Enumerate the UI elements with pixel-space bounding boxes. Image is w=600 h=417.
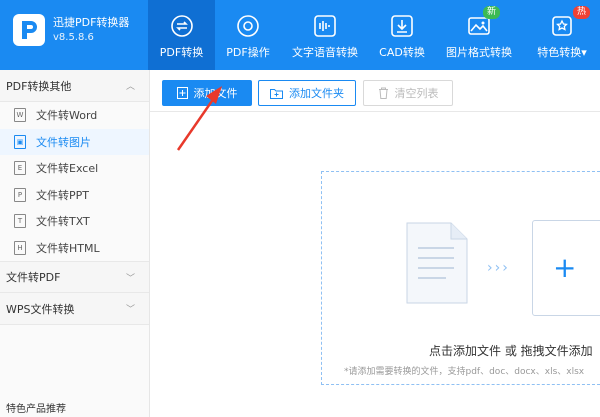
drop-zone-title: 点击添加文件 或 拖拽文件添加	[429, 344, 593, 358]
document-illustration-icon	[406, 222, 468, 304]
tab-label: CAD转换	[379, 46, 425, 59]
chevron-down-icon: ▾	[581, 46, 587, 59]
button-label: 添加文件夹	[289, 87, 344, 100]
app-logo: 迅捷PDF转换器 v8.5.8.6	[13, 14, 129, 46]
tab-cad-convert[interactable]: CAD转换	[369, 0, 435, 70]
group-title: 文件转PDF	[6, 271, 61, 284]
drop-zone-hint: *请添加需要转换的文件，支持pdf、doc、docx、xls、xlsx	[344, 367, 585, 377]
toolbar: 添加文件 添加文件夹 清空列表	[150, 70, 600, 112]
hot-badge: 热	[573, 6, 591, 19]
sidebar-item-label: 文件转Excel	[36, 162, 99, 176]
sidebar-item-to-excel[interactable]: E 文件转Excel	[0, 155, 149, 182]
button-label: 清空列表	[394, 87, 439, 100]
sidebar-item-to-word[interactable]: W 文件转Word	[0, 102, 149, 129]
add-file-button[interactable]: 添加文件	[162, 80, 252, 106]
featured-products-link[interactable]: 特色产品推荐	[6, 400, 66, 415]
refresh-circle-icon	[170, 15, 193, 37]
sidebar-item-label: 文件转PPT	[36, 188, 89, 202]
sidebar-group-file-to-pdf[interactable]: 文件转PDF ﹀	[0, 261, 149, 293]
chevron-down-icon: ﹀	[125, 273, 135, 284]
folder-add-icon	[270, 88, 283, 99]
tab-text-speech[interactable]: 文字语音转换	[281, 0, 369, 70]
main-nav: PDF转换 PDF操作 文字语音转换 CAD转换 图片格式转换 新 特色转换▾ …	[148, 0, 600, 70]
tab-image-format[interactable]: 图片格式转换 新	[435, 0, 523, 70]
sidebar-group-wps-convert[interactable]: WPS文件转换 ﹀	[0, 293, 149, 325]
chevron-down-icon: ﹀	[125, 305, 135, 315]
cad-download-icon	[391, 15, 413, 37]
tab-label: 图片格式转换	[446, 46, 512, 59]
word-file-icon: W	[14, 108, 26, 123]
tab-label: 文字语音转换	[292, 46, 358, 59]
sidebar-item-to-image[interactable]: ▣ 文件转图片	[0, 128, 149, 155]
tab-label: PDF转换	[159, 46, 204, 59]
trash-icon	[378, 87, 388, 99]
new-badge: 新	[483, 6, 501, 19]
sidebar-item-label: 文件转Word	[36, 109, 98, 123]
tab-label: PDF操作	[226, 46, 270, 59]
tab-label: 特色转换▾	[537, 46, 587, 59]
gear-circle-icon	[237, 15, 259, 37]
app-header: 迅捷PDF转换器 v8.5.8.6 PDF转换 PDF操作 文字语音转换 CAD…	[0, 0, 600, 70]
clear-list-button[interactable]: 清空列表	[363, 80, 453, 106]
sidebar-item-to-ppt[interactable]: P 文件转PPT	[0, 182, 149, 209]
app-name: 迅捷PDF转换器	[53, 16, 130, 29]
tab-special-convert[interactable]: 特色转换▾ 热	[523, 0, 600, 70]
txt-file-icon: T	[14, 214, 26, 229]
button-label: 添加文件	[193, 87, 238, 100]
audio-wave-icon	[314, 15, 336, 37]
tab-pdf-operations[interactable]: PDF操作	[215, 0, 281, 70]
chevron-up-icon: ︿	[125, 82, 135, 92]
sidebar: PDF转换其他 ︿ W 文件转Word ▣ 文件转图片 E 文件转Excel P…	[0, 70, 150, 417]
html-file-icon: H	[14, 240, 26, 255]
sidebar-item-to-html[interactable]: H 文件转HTML	[0, 235, 149, 262]
logo-icon	[13, 14, 45, 46]
add-plus-box[interactable]: +	[532, 220, 600, 316]
sidebar-item-label: 文件转TXT	[36, 215, 90, 229]
star-box-icon	[552, 16, 572, 36]
sidebar-item-label: 文件转图片	[36, 135, 91, 149]
add-folder-button[interactable]: 添加文件夹	[258, 80, 356, 106]
sidebar-item-label: 文件转HTML	[36, 241, 100, 255]
add-file-icon	[176, 87, 188, 99]
ppt-file-icon: P	[14, 187, 26, 202]
group-title: WPS文件转换	[6, 302, 75, 316]
tab-pdf-convert[interactable]: PDF转换	[148, 0, 215, 70]
group-title: PDF转换其他	[6, 79, 72, 93]
plus-icon: +	[553, 251, 577, 284]
file-drop-zone[interactable]: ››› + 点击添加文件 或 拖拽文件添加 *请添加需要转换的文件，支持pdf、…	[321, 171, 600, 385]
arrows-icon: ›››	[487, 260, 510, 276]
app-version: v8.5.8.6	[53, 32, 94, 43]
excel-file-icon: E	[14, 161, 26, 176]
sidebar-group-pdf-convert-other[interactable]: PDF转换其他 ︿	[0, 70, 149, 102]
sidebar-item-to-txt[interactable]: T 文件转TXT	[0, 208, 149, 235]
image-file-icon: ▣	[14, 134, 26, 149]
